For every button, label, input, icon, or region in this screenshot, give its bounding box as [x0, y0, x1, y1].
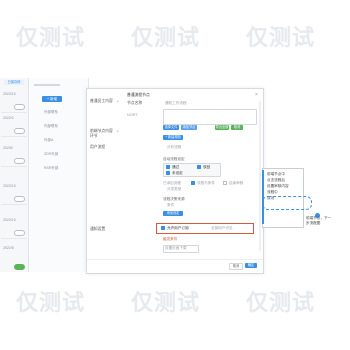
- check-label: 通过: [172, 165, 180, 169]
- cancel-button[interactable]: 取消: [229, 263, 243, 270]
- extra-option: 流程与条件: [197, 181, 215, 185]
- toggle-switch[interactable]: [14, 230, 25, 236]
- checkbox-checked[interactable]: [197, 165, 201, 169]
- tree-item[interactable]: 内部联系: [44, 124, 58, 129]
- checkbox-checked[interactable]: [166, 165, 170, 169]
- new-rule-button[interactable]: + 新建规则: [163, 135, 183, 140]
- list-item[interactable]: 2022/10: [1, 182, 27, 205]
- node-settings-dialog: 普通流程节点 × 普通员工内容 * 前端节点内容环节 * 节点名称 通知工作流程…: [86, 88, 264, 274]
- notification-label: 通知设置: [90, 227, 106, 231]
- page-select-value: 设置页面下载: [165, 246, 187, 250]
- option-label: 自动流程设定: [163, 157, 185, 161]
- add-setting-button[interactable]: 添加设定: [163, 211, 183, 216]
- list-header: 分析流程: [167, 145, 182, 149]
- export-all-button[interactable]: 导出全部: [215, 125, 229, 130]
- watermark: 仅测试: [16, 25, 86, 50]
- row1-label: 普通员工内容: [90, 99, 113, 103]
- toggle-switch[interactable]: [14, 104, 25, 110]
- watermark: 仅测试: [246, 25, 316, 50]
- watermark: 仅测试: [16, 290, 86, 315]
- choose-file-button[interactable]: 选择文件: [163, 125, 179, 130]
- tree-item[interactable]: 外部联系: [44, 110, 58, 115]
- left-panel-tab[interactable]: 已保存网: [4, 80, 24, 85]
- tooltip-line: 流程中: [267, 190, 278, 194]
- sub-list: 条件: [167, 203, 175, 207]
- tooltip-line: 设置审核内容: [267, 184, 289, 188]
- auto-label: 已添加流程: [163, 181, 181, 185]
- tree-panel: + 新增 外部联系 内部联系 外部A ZDR外部 RSR外部: [38, 94, 82, 270]
- tree-item[interactable]: 外部A: [44, 138, 53, 143]
- watermark: 仅测试: [131, 290, 201, 315]
- required-marker: *: [117, 129, 119, 134]
- field-name-value[interactable]: 通知工作流程: [165, 101, 187, 106]
- list-item-date: 20200: [3, 146, 13, 150]
- tree-item[interactable]: RSR外部: [44, 166, 58, 171]
- toggle-switch[interactable]: [14, 158, 25, 164]
- checkbox-checked[interactable]: [191, 181, 195, 185]
- list-item[interactable]: 2022/2: [1, 114, 27, 137]
- list-item[interactable]: 2022/10: [1, 90, 27, 113]
- field-name-label: 节点名称: [127, 101, 143, 105]
- required-marker: *: [117, 99, 119, 104]
- extra-option: 分发类型: [167, 187, 182, 191]
- dialog-scrollbar[interactable]: [259, 101, 261, 251]
- dashed-connector: [262, 196, 312, 210]
- side-note: 前端节点，下一步流程图: [306, 216, 332, 225]
- add-node-button[interactable]: 添加节点: [181, 125, 197, 130]
- toggle-switch-on[interactable]: [14, 264, 25, 270]
- list-item-date: 2022/10: [3, 92, 16, 96]
- user-flow-label: 用户流程: [90, 145, 106, 149]
- footer-divider: [87, 259, 263, 260]
- list-item[interactable]: 2022/10: [1, 216, 27, 239]
- row2-label: 前端节点内容环节: [90, 129, 113, 138]
- check-label: 驳回: [203, 165, 211, 169]
- column-header-bar: [34, 84, 60, 86]
- description-textarea[interactable]: [163, 109, 257, 125]
- toggle-switch[interactable]: [14, 196, 25, 202]
- tree-add-button[interactable]: + 新增: [42, 96, 62, 102]
- list-item[interactable]: 20200: [1, 144, 27, 167]
- watermark: 仅测试: [131, 25, 201, 50]
- list-item[interactable]: 2022/5: [1, 244, 27, 270]
- checkbox-unchecked[interactable]: [223, 181, 227, 185]
- list-item-date: 2022/10: [3, 184, 16, 188]
- tooltip-line: 前端节点中: [267, 172, 285, 176]
- dialog-title: 普通流程节点: [127, 93, 150, 97]
- highlight-frame: [156, 223, 254, 234]
- check-label: 未设定: [172, 171, 183, 175]
- list-item-date: 2022/5: [3, 246, 14, 250]
- toggle-switch[interactable]: [14, 128, 25, 134]
- tooltip-line: 点击流程后: [267, 178, 285, 182]
- list-item-date: 2022/10: [3, 218, 16, 222]
- cancel-small-button[interactable]: 取消: [231, 125, 243, 130]
- sub-header: 流程决策来源: [163, 197, 185, 201]
- tree-item[interactable]: ZDR外部: [44, 152, 58, 157]
- close-icon[interactable]: ×: [255, 92, 258, 98]
- checkbox-checked[interactable]: [166, 171, 170, 175]
- trigger-label: 触发条件: [163, 237, 178, 241]
- confirm-button[interactable]: 确定: [245, 263, 257, 268]
- left-list-panel: 已保存网 2022/10 2022/2 20200 2022/10 2022/1…: [0, 78, 29, 272]
- list-item-date: 2022/2: [3, 116, 14, 120]
- extra-option: 结束审核: [229, 181, 244, 185]
- watermark: 仅测试: [246, 290, 316, 315]
- field-type-label: NORT: [127, 113, 138, 117]
